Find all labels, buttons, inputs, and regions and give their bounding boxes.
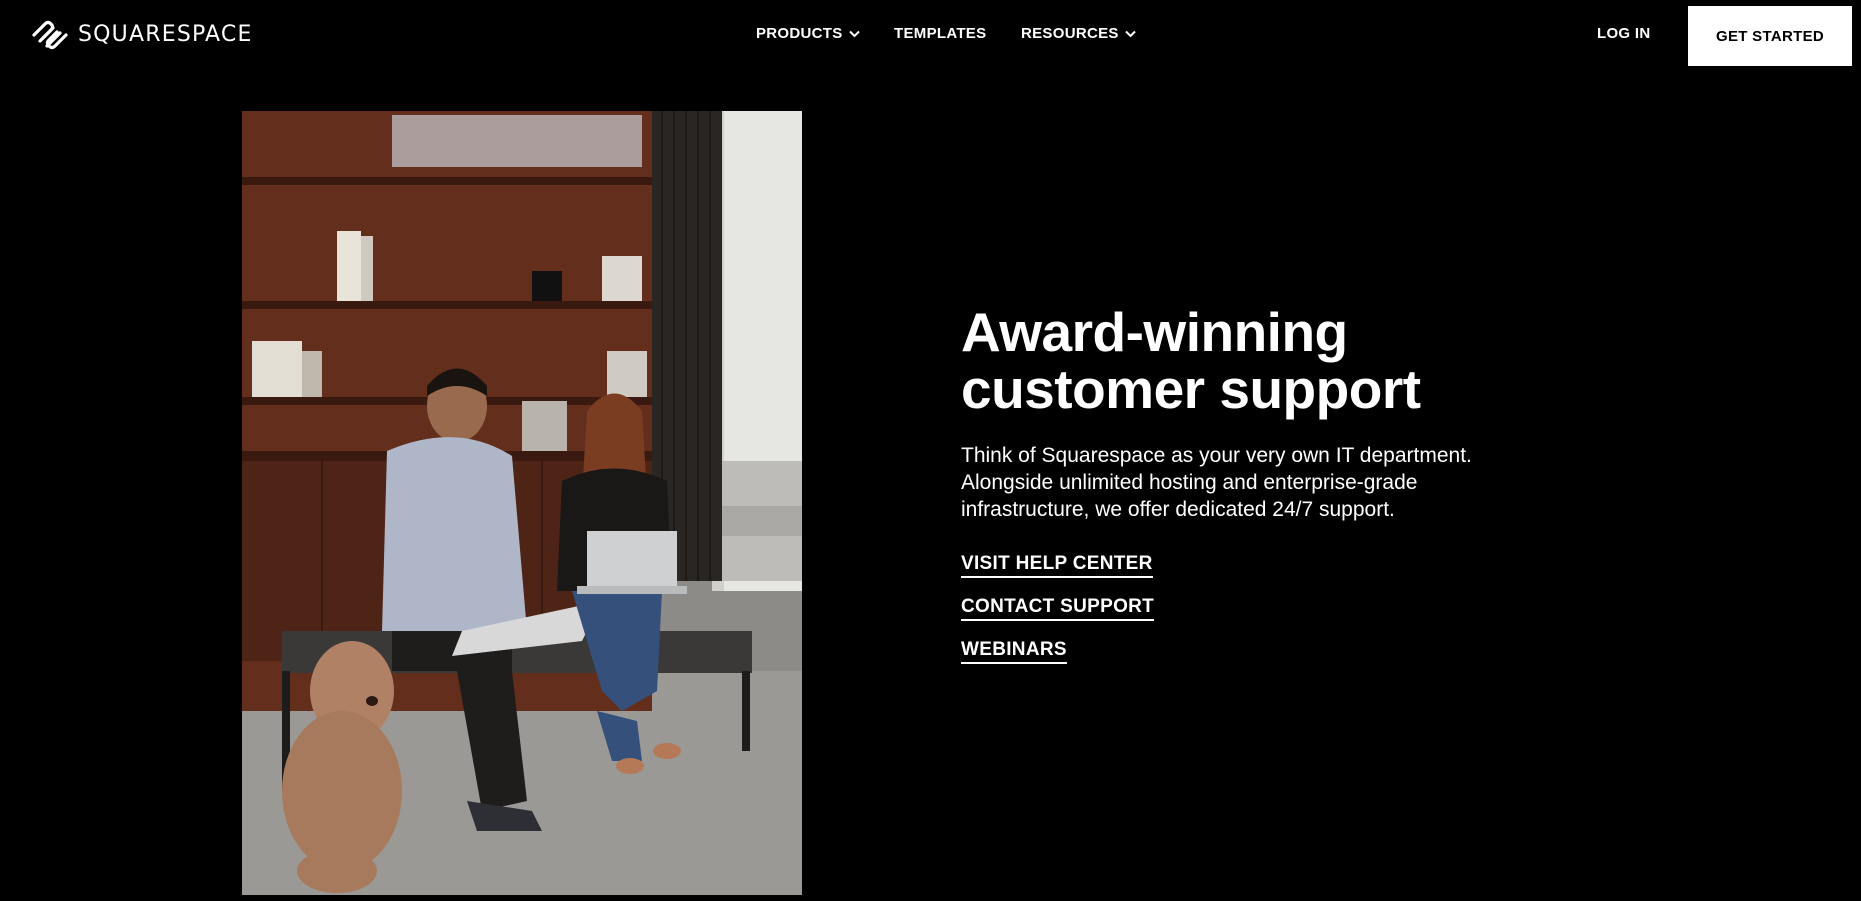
nav-templates-label: TEMPLATES (894, 25, 987, 42)
chevron-down-icon (1125, 30, 1136, 37)
visit-help-center-link[interactable]: VISIT HELP CENTER (961, 553, 1153, 578)
login-link[interactable]: LOG IN (1597, 25, 1650, 42)
brand-logo[interactable]: SQUARESPACE (30, 19, 253, 51)
headline-line-2: customer support (961, 358, 1421, 420)
brand-name: SQUARESPACE (78, 22, 253, 47)
page: SQUARESPACE PRODUCTS TEMPLATES RESOURCES… (0, 0, 1861, 901)
nav-resources[interactable]: RESOURCES (1021, 25, 1136, 42)
support-section: Award-winning customer support Think of … (961, 304, 1521, 682)
webinars-link[interactable]: WEBINARS (961, 639, 1067, 664)
squarespace-logo-icon (32, 20, 68, 50)
chevron-down-icon (848, 30, 860, 37)
headline-line-1: Award-winning (961, 301, 1348, 363)
nav-templates[interactable]: TEMPLATES (894, 25, 986, 42)
nav-resources-label: RESOURCES (1021, 25, 1119, 42)
site-header: SQUARESPACE PRODUCTS TEMPLATES RESOURCES… (0, 0, 1861, 70)
nav-products-label: PRODUCTS (756, 25, 843, 42)
contact-support-link[interactable]: CONTACT SUPPORT (961, 596, 1155, 621)
support-links: VISIT HELP CENTER CONTACT SUPPORT WEBINA… (961, 553, 1521, 664)
main-nav: PRODUCTS TEMPLATES RESOURCES (0, 0, 1861, 70)
section-headline: Award-winning customer support (961, 304, 1521, 418)
section-description: Think of Squarespace as your very own IT… (961, 444, 1472, 521)
nav-products[interactable]: PRODUCTS (756, 25, 860, 42)
support-team-photo (242, 111, 802, 895)
photo-illustration (242, 111, 802, 895)
get-started-button[interactable]: GET STARTED (1688, 6, 1852, 66)
